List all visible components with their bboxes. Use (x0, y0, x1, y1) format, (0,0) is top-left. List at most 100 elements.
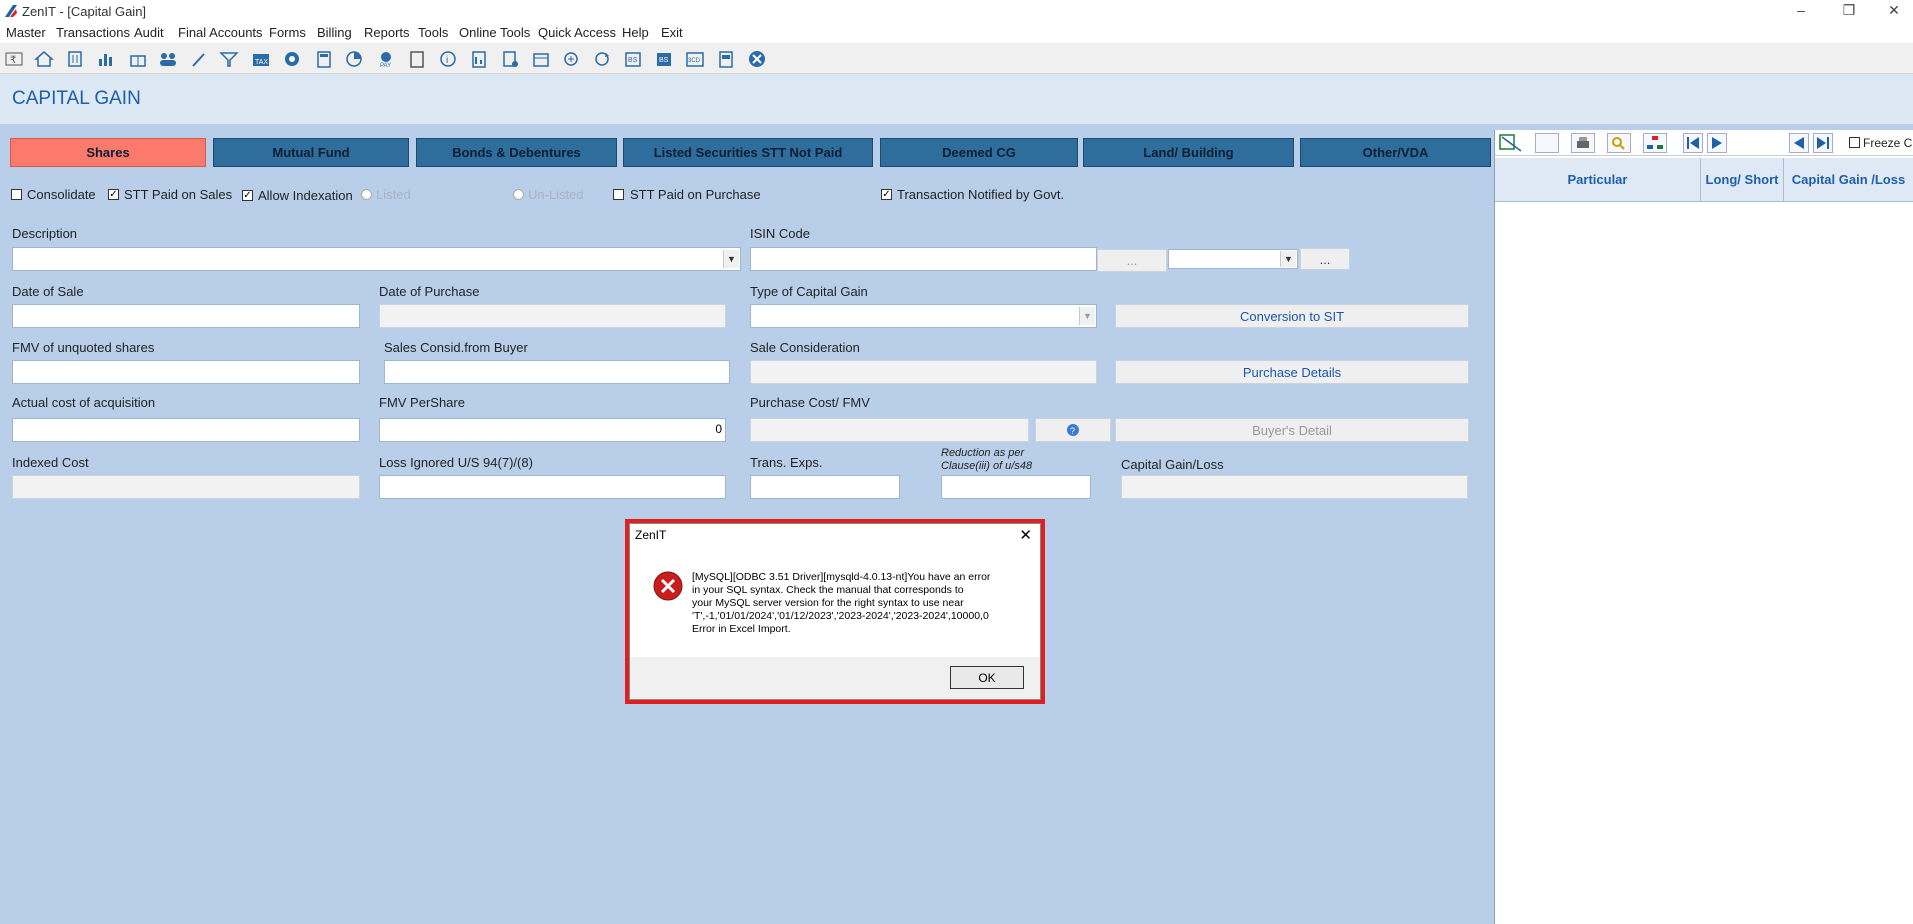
report-icon[interactable] (468, 49, 490, 69)
tab-other-vda[interactable]: Other/VDA (1300, 138, 1491, 167)
isin-lookup-button[interactable]: ... (1097, 249, 1167, 272)
isin-input[interactable] (750, 247, 1097, 271)
3cd-icon[interactable]: 3CD (684, 49, 706, 69)
document-icon[interactable] (499, 49, 521, 69)
isin-more-button[interactable]: ... (1300, 248, 1350, 270)
filter-icon[interactable] (218, 49, 240, 69)
freeze-checkbox[interactable] (1849, 137, 1860, 148)
next-page-icon[interactable] (1707, 133, 1727, 153)
menu-master[interactable]: Master (6, 25, 46, 40)
excel-icon[interactable] (1499, 133, 1523, 153)
menu-tools[interactable]: Tools (418, 25, 448, 40)
allow-indexation-checkbox[interactable]: ✓ (242, 190, 253, 201)
menu-billing[interactable]: Billing (317, 25, 352, 40)
prev-page-icon[interactable] (1789, 133, 1809, 153)
menu-help[interactable]: Help (622, 25, 649, 40)
tax-icon[interactable]: TAX (250, 49, 272, 69)
menu-reports[interactable]: Reports (364, 25, 410, 40)
actual-cost-input[interactable] (12, 418, 360, 442)
first-page-icon[interactable] (1683, 133, 1703, 153)
tree-icon[interactable] (1643, 133, 1667, 153)
menu-audit[interactable]: Audit (134, 25, 164, 40)
chevron-down-icon[interactable]: ▼ (1079, 307, 1095, 325)
pay-icon[interactable]: PAY (375, 49, 397, 69)
chevron-down-icon[interactable]: ▼ (1280, 251, 1296, 267)
column-long-short[interactable]: Long/ Short (1701, 158, 1784, 202)
indexed-cost-input[interactable] (12, 475, 360, 499)
menu-final-accounts[interactable]: Final Accounts (178, 25, 263, 40)
chart-icon[interactable] (95, 49, 117, 69)
capital-gain-loss-input[interactable] (1121, 475, 1468, 499)
buyers-detail-button[interactable]: Buyer's Detail (1115, 418, 1469, 442)
info-icon[interactable]: i (437, 49, 459, 69)
menu-online-tools[interactable]: Online Tools (459, 25, 530, 40)
unlisted-radio[interactable] (513, 189, 524, 200)
menu-forms[interactable]: Forms (269, 25, 306, 40)
form-icon[interactable] (715, 49, 737, 69)
stt-sales-checkbox[interactable]: ✓ (108, 189, 119, 200)
tab-shares[interactable]: Shares (10, 138, 206, 167)
question-icon: ? (1067, 424, 1079, 436)
bs-icon[interactable]: BS (622, 49, 644, 69)
add-icon[interactable] (560, 49, 582, 69)
consolidate-checkbox[interactable] (11, 189, 22, 200)
dialog-close-icon[interactable]: ✕ (1019, 526, 1032, 544)
date-of-purchase-label: Date of Purchase (379, 284, 480, 299)
date-of-sale-input[interactable] (12, 304, 360, 328)
menu-exit[interactable]: Exit (661, 25, 683, 40)
listed-label: Listed (376, 187, 411, 202)
calendar-icon[interactable] (530, 49, 552, 69)
help-button[interactable]: ? (1035, 418, 1111, 442)
minimize-icon[interactable]: – (1786, 2, 1816, 18)
sales-consid-buyer-input[interactable] (384, 360, 730, 384)
sale-consideration-input[interactable] (750, 360, 1097, 384)
tab-listed-securities[interactable]: Listed Securities STT Not Paid (623, 138, 873, 167)
search-icon[interactable] (1607, 133, 1631, 153)
export-icon[interactable] (1535, 133, 1559, 153)
tab-mutual-fund[interactable]: Mutual Fund (213, 138, 409, 167)
tab-deemed-cg[interactable]: Deemed CG (880, 138, 1078, 167)
loss-ignored-input[interactable] (379, 475, 726, 499)
purchase-details-button[interactable]: Purchase Details (1115, 360, 1469, 384)
date-of-purchase-input[interactable] (379, 304, 726, 328)
column-capital-gain-loss[interactable]: Capital Gain /Loss (1784, 158, 1913, 202)
eye-icon[interactable] (281, 49, 303, 69)
isin-dropdown[interactable]: ▼ (1168, 249, 1298, 269)
trans-exps-input[interactable] (750, 475, 900, 499)
print-icon[interactable] (1571, 133, 1595, 153)
title-bar: ZenIT - [Capital Gain] – ❐ ✕ (0, 0, 1913, 22)
refresh-icon[interactable] (591, 49, 613, 69)
purchase-cost-input[interactable] (750, 418, 1029, 442)
calculator-icon[interactable] (313, 49, 335, 69)
tab-land-building[interactable]: Land/ Building (1083, 138, 1294, 167)
last-page-icon[interactable] (1813, 133, 1833, 153)
description-dropdown[interactable]: ▼ (12, 247, 741, 271)
menu-quick-access[interactable]: Quick Access (538, 25, 616, 40)
menu-transactions[interactable]: Transactions (56, 25, 130, 40)
close-window-icon[interactable]: ✕ (1879, 2, 1909, 19)
gift-icon[interactable] (127, 49, 149, 69)
ok-button[interactable]: OK (950, 666, 1024, 689)
notified-checkbox[interactable]: ✓ (881, 189, 892, 200)
fmv-pershare-input[interactable]: 0 (379, 418, 726, 442)
conversion-to-sit-button[interactable]: Conversion to SIT (1115, 304, 1469, 328)
fmv-unquoted-input[interactable] (12, 360, 360, 384)
pie-icon[interactable] (343, 49, 365, 69)
bs2-icon[interactable]: BS (653, 49, 675, 69)
column-particular[interactable]: Particular (1495, 158, 1701, 202)
reduction-input[interactable] (941, 475, 1091, 499)
home-icon[interactable] (33, 49, 55, 69)
type-cg-dropdown[interactable]: ▼ (750, 304, 1097, 328)
svg-text:₹: ₹ (10, 55, 16, 66)
users-icon[interactable] (157, 49, 179, 69)
stt-purchase-checkbox[interactable] (613, 189, 624, 200)
restore-icon[interactable]: ❐ (1834, 2, 1864, 19)
book-icon[interactable] (406, 49, 428, 69)
building-icon[interactable] (64, 49, 86, 69)
rupee-icon[interactable]: ₹ (3, 49, 25, 69)
close-icon[interactable] (746, 49, 768, 69)
tab-bonds-debentures[interactable]: Bonds & Debentures (416, 138, 617, 167)
chevron-down-icon[interactable]: ▼ (723, 250, 739, 268)
listed-radio[interactable] (361, 189, 372, 200)
pin-icon[interactable] (188, 49, 210, 69)
